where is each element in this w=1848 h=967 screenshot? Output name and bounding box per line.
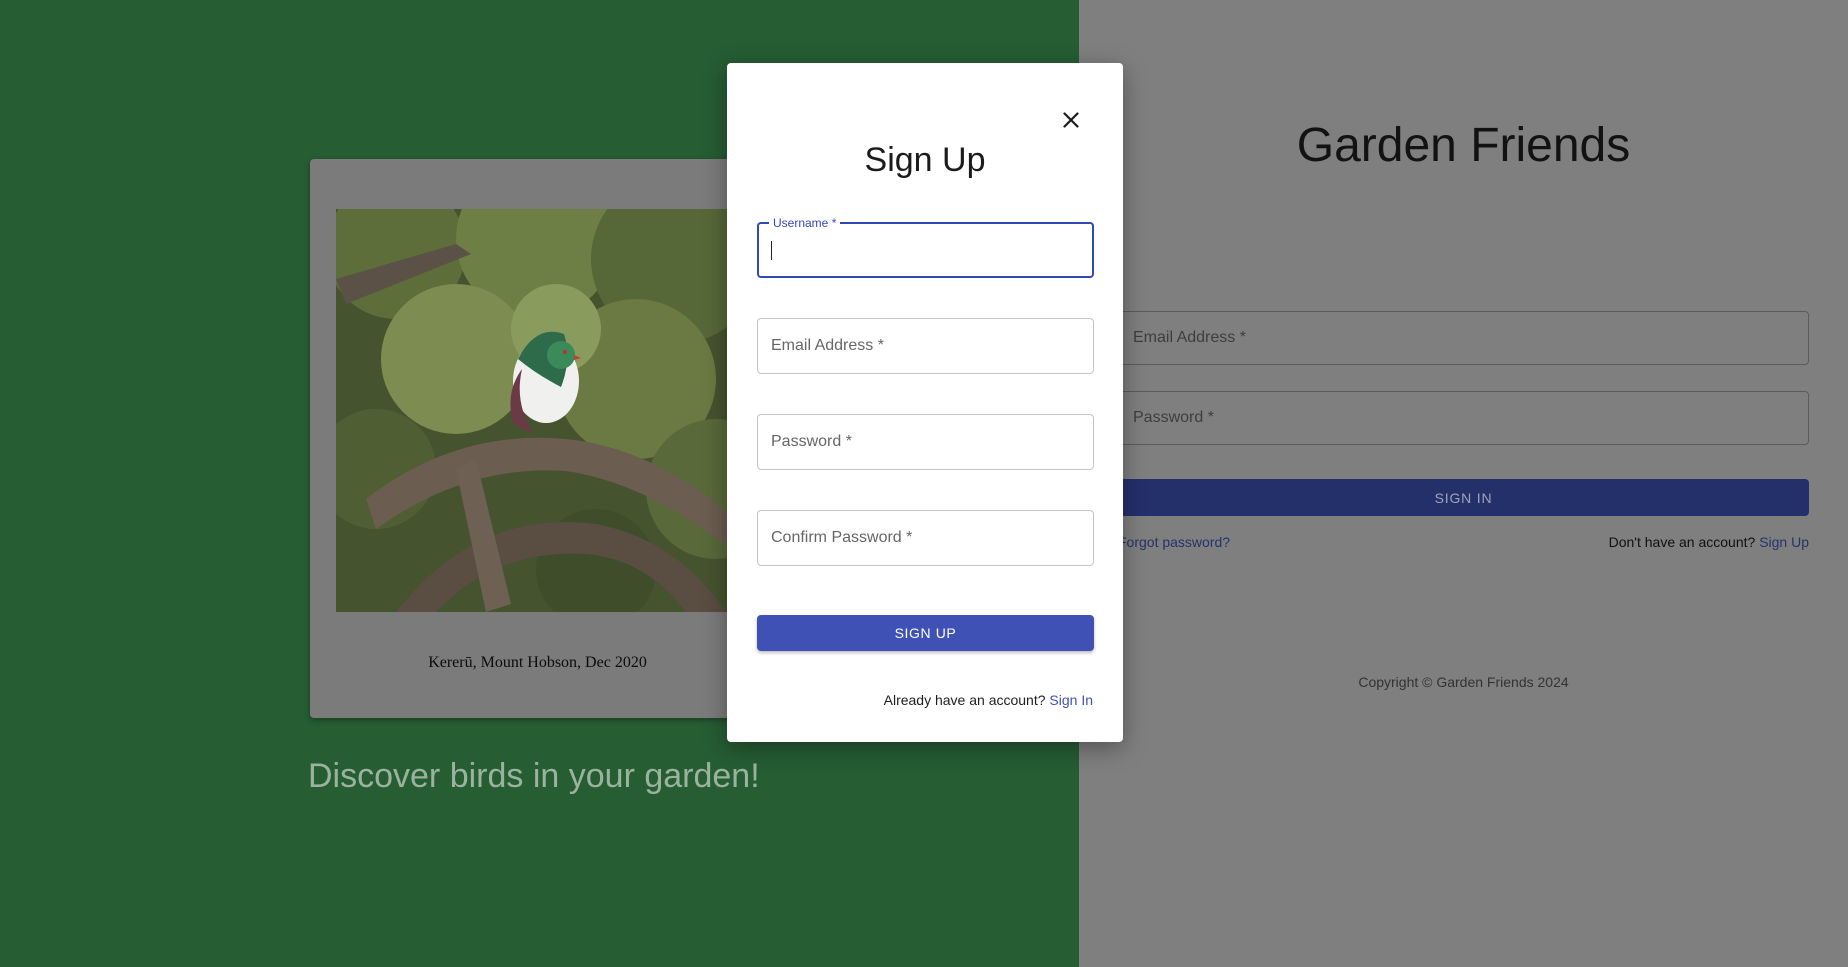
signin-email-label: Email Address * (1133, 329, 1246, 346)
signin-prompt-text: Already have an account? (883, 692, 1046, 708)
password-label: Password * (771, 433, 852, 450)
modal-title: Sign Up (864, 141, 986, 179)
signup-prompt: Don't have an account? Sign Up (1609, 534, 1809, 550)
sign-in-link[interactable]: Sign In (1049, 692, 1093, 708)
username-input[interactable] (771, 236, 1081, 266)
photo-caption: Kererū, Mount Hobson, Dec 2020 (428, 654, 647, 671)
username-label: Username * (769, 216, 841, 230)
username-field[interactable]: Username * (757, 216, 1094, 278)
close-button[interactable] (1056, 105, 1086, 135)
app-title: Garden Friends (1296, 119, 1631, 172)
copyright-text: Copyright © Garden Friends 2024 (1358, 674, 1569, 690)
sign-up-modal: Sign Up Username * Email Address * Passw… (727, 63, 1123, 742)
photo-card: Kererū, Mount Hobson, Dec 2020 (310, 159, 765, 718)
password-field[interactable]: Password * (757, 414, 1094, 470)
signin-password-field[interactable]: Password * (1118, 391, 1809, 445)
signup-prompt-text: Don't have an account? (1608, 534, 1756, 550)
confirm-password-label: Confirm Password * (771, 529, 913, 546)
email-field[interactable]: Email Address * (757, 318, 1094, 374)
signin-email-field[interactable]: Email Address * (1118, 311, 1809, 365)
sign-in-button[interactable]: SIGN IN (1118, 479, 1809, 516)
forgot-password-link[interactable]: Forgot password? (1118, 534, 1230, 550)
sign-up-button[interactable]: SIGN UP (757, 615, 1094, 651)
signin-password-label: Password * (1133, 409, 1214, 426)
confirm-password-field[interactable]: Confirm Password * (757, 510, 1094, 566)
close-icon (1063, 112, 1079, 128)
signin-panel: Garden Friends Email Address * Password … (1079, 0, 1848, 967)
signin-prompt: Already have an account? Sign In (884, 692, 1093, 708)
tagline-heading: Discover birds in your garden! (308, 757, 760, 795)
email-label: Email Address * (771, 337, 884, 354)
sign-up-link[interactable]: Sign Up (1759, 534, 1809, 550)
kereru-photo (336, 209, 756, 612)
